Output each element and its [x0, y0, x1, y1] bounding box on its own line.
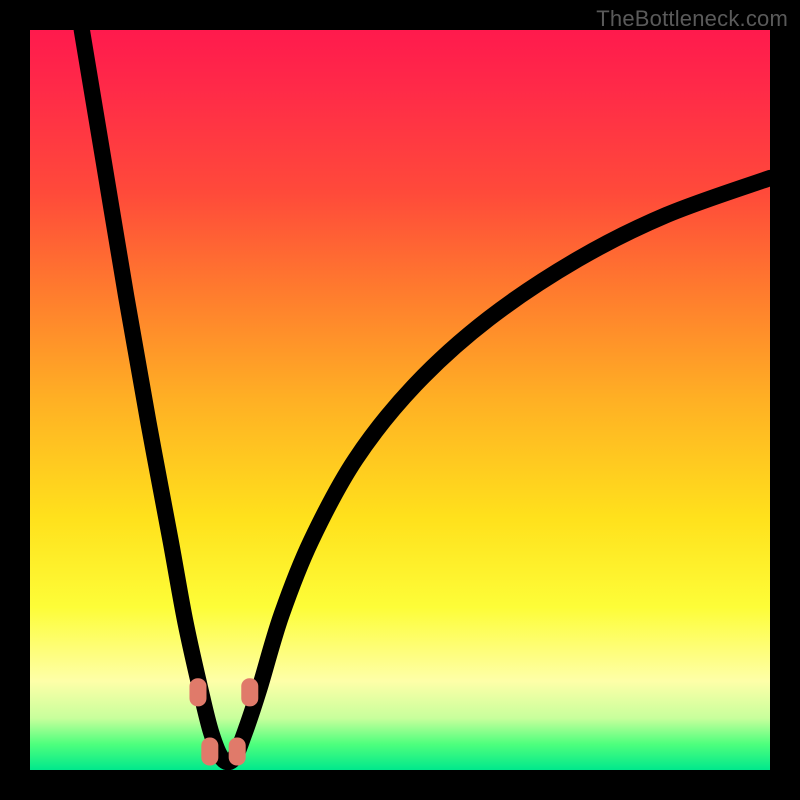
- plot-area: [30, 30, 770, 770]
- curve-marker: [229, 737, 246, 765]
- watermark-text: TheBottleneck.com: [596, 6, 788, 32]
- curve-marker: [201, 737, 218, 765]
- curve-svg: [30, 30, 770, 770]
- chart-container: TheBottleneck.com: [0, 0, 800, 800]
- curve-marker: [189, 678, 206, 706]
- bottleneck-curve-path: [82, 30, 770, 762]
- curve-marker: [241, 678, 258, 706]
